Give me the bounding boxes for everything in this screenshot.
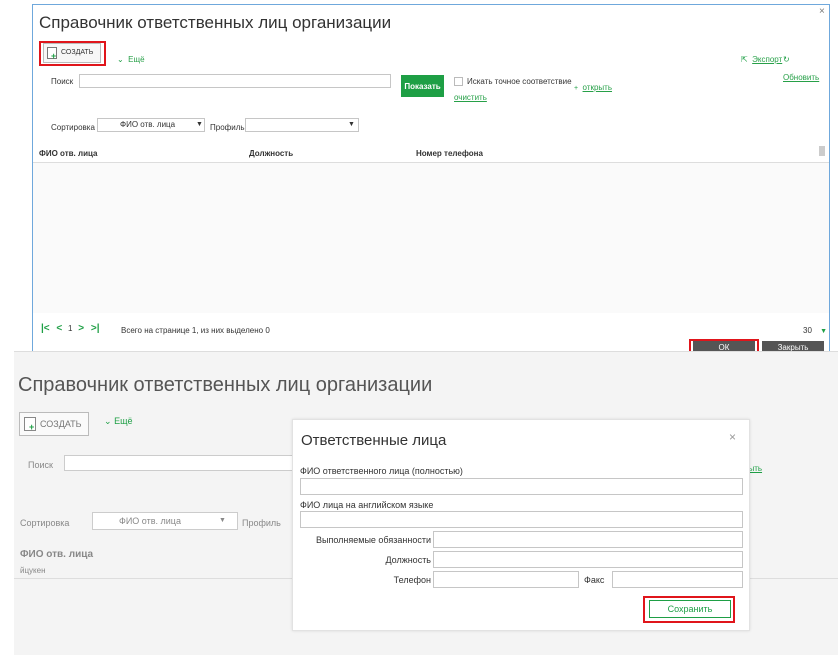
search-input[interactable]	[79, 74, 391, 88]
more-label: Ещё	[128, 55, 145, 64]
prev-page-icon[interactable]: <	[56, 323, 62, 334]
search-label: Поиск	[28, 460, 53, 470]
col-fio: ФИО отв. лица	[20, 549, 94, 560]
table-header: ФИО отв. лица Должность Номер телефона	[33, 146, 829, 163]
save-highlight	[643, 596, 735, 623]
fax-input[interactable]	[612, 571, 743, 588]
fio-full-input[interactable]	[300, 478, 743, 495]
refresh-link[interactable]: ↻ Обновить	[783, 49, 829, 85]
search-label: Поиск	[51, 77, 74, 86]
export-icon: ⇱	[741, 55, 748, 64]
page-size[interactable]: 30 ▼	[803, 326, 827, 335]
sort-select[interactable]: ФИО отв. лица ▼	[97, 118, 205, 132]
sort-select[interactable]: ФИО отв. лица ▼	[92, 512, 238, 530]
export-label: Экспорт	[752, 55, 783, 64]
table-body	[33, 163, 829, 313]
current-page: 1	[68, 324, 73, 333]
col-phone[interactable]: Номер телефона	[416, 149, 483, 158]
more-label: Ещё	[114, 416, 133, 426]
dropdown-arrow-icon: ▼	[219, 517, 226, 524]
create-highlight	[39, 41, 106, 66]
dropdown-arrow-icon: ▼	[348, 121, 355, 128]
fio-en-label: ФИО лица на английском языке	[300, 500, 434, 510]
phone-input[interactable]	[433, 571, 579, 588]
search-input[interactable]	[64, 455, 294, 471]
pager: |< < 1 > >|	[41, 323, 100, 334]
col-position[interactable]: Должность	[249, 149, 293, 158]
position-input[interactable]	[433, 551, 743, 568]
sort-label: Сортировка	[51, 123, 95, 132]
refresh-label: Обновить	[783, 73, 820, 82]
fio-full-label: ФИО ответственного лица (полностью)	[300, 466, 463, 476]
window-title: Справочник ответственных лиц организации	[18, 374, 433, 396]
exact-match-checkbox[interactable]	[454, 77, 463, 86]
clear-link[interactable]: очистить	[454, 93, 487, 102]
show-button[interactable]: Показать	[401, 75, 444, 97]
create-label: СОЗДАТЬ	[40, 419, 82, 429]
next-page-icon[interactable]: >	[78, 323, 84, 334]
col-fio[interactable]: ФИО отв. лица	[39, 149, 97, 158]
last-page-icon[interactable]: >|	[91, 323, 100, 334]
more-menu[interactable]: ⌄ Ещё	[104, 416, 132, 427]
refresh-icon: ↻	[783, 55, 790, 64]
table-row[interactable]: йцукен	[20, 566, 46, 575]
chevron-down-icon: ⌄	[117, 55, 124, 64]
close-icon[interactable]: ×	[729, 430, 736, 444]
phone-label: Телефон	[393, 575, 431, 585]
window-title: Справочник ответственных лиц организации	[39, 13, 392, 32]
duties-label: Выполняемые обязанности	[316, 535, 431, 545]
export-link[interactable]: ⇱ Экспорт	[741, 49, 782, 67]
dropdown-arrow-icon: ▼	[196, 121, 203, 128]
table-scrollbar[interactable]	[819, 146, 825, 156]
profile-label: Профиль	[242, 518, 281, 528]
open-link[interactable]: + открыть	[574, 77, 612, 95]
fax-label: Факс	[584, 575, 605, 585]
position-label: Должность	[385, 555, 431, 565]
close-icon[interactable]: ×	[819, 6, 825, 17]
top-window: Справочник ответственных лиц организации…	[32, 4, 830, 356]
fio-en-input[interactable]	[300, 511, 743, 528]
dialog-title: Ответственные лица	[301, 432, 447, 449]
sort-label: Сортировка	[20, 518, 70, 528]
profile-select[interactable]: ▼	[245, 118, 359, 132]
pager-summary: Всего на странице 1, из них выделено 0	[121, 326, 270, 335]
create-button[interactable]: + СОЗДАТЬ	[19, 412, 89, 436]
first-page-icon[interactable]: |<	[41, 323, 50, 334]
responsible-dialog: Ответственные лица × ФИО ответственного …	[292, 419, 750, 631]
chevron-down-icon: ⌄	[104, 416, 112, 426]
more-menu[interactable]: ⌄ Ещё	[117, 49, 145, 67]
exact-match-label: Искать точное соответствие	[467, 77, 572, 86]
duties-input[interactable]	[433, 531, 743, 548]
dropdown-arrow-icon: ▼	[820, 328, 828, 335]
profile-label: Профиль	[210, 123, 245, 132]
document-plus-icon: +	[24, 417, 36, 432]
